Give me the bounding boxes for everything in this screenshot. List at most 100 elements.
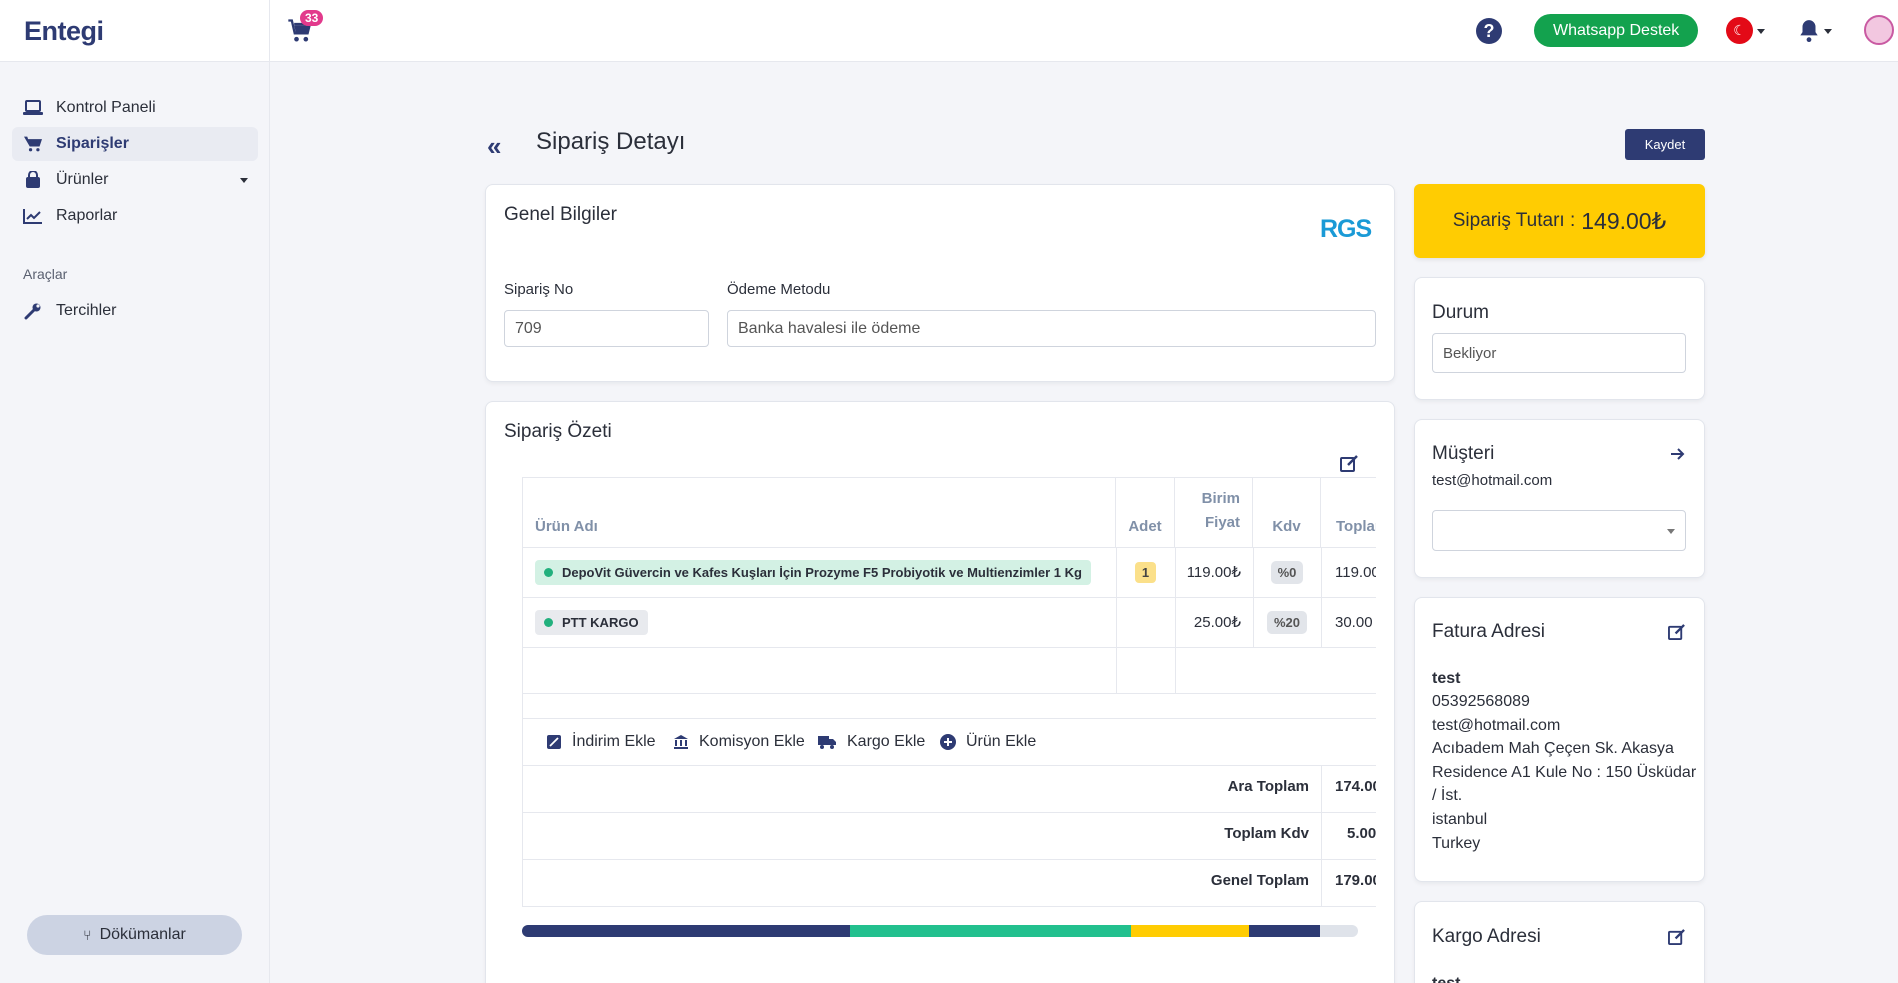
app-logo[interactable]: Entegi xyxy=(24,16,104,47)
total-tax-value: 5.00 xyxy=(1347,825,1376,842)
quantity-badge: 1 xyxy=(1134,561,1157,583)
plus-circle-icon xyxy=(940,734,956,750)
sidebar-item-orders[interactable]: Siparişler xyxy=(12,127,258,161)
cart-count-badge: 33 xyxy=(300,10,324,26)
order-no-label: Sipariş No xyxy=(504,281,574,298)
add-commission-button[interactable]: Komisyon Ekle xyxy=(673,733,805,751)
row-total: 30.00 xyxy=(1335,613,1373,631)
status-field[interactable] xyxy=(1432,333,1686,373)
subtotal-label: Ara Toplam xyxy=(1227,778,1309,795)
progress-segment xyxy=(1249,925,1320,937)
sidebar-item-label: Kontrol Paneli xyxy=(56,99,156,116)
invoice-email: test@hotmail.com xyxy=(1432,717,1561,734)
invoice-name: test xyxy=(1432,670,1461,687)
sidebar-item-label: Ürünler xyxy=(56,171,109,188)
double-chevron-left-icon[interactable]: « xyxy=(487,131,501,162)
unit-price: 119.00₺ xyxy=(1186,564,1241,581)
arrow-right-icon[interactable] xyxy=(1670,446,1686,462)
page-title: Sipariş Detayı xyxy=(536,128,686,155)
order-no-field[interactable] xyxy=(504,310,709,347)
order-summary-title: Sipariş Özeti xyxy=(504,421,612,442)
brand: Entegi xyxy=(0,0,270,62)
action-label: İndirim Ekle xyxy=(572,733,656,750)
action-label: Kargo Ekle xyxy=(847,733,926,750)
save-button[interactable]: Kaydet xyxy=(1625,129,1705,160)
bag-icon xyxy=(23,171,43,189)
order-total-card: Sipariş Tutarı : 149.00₺ xyxy=(1414,184,1705,258)
order-total-label: Sipariş Tutarı : xyxy=(1452,210,1576,231)
chevron-down-icon xyxy=(1667,529,1675,534)
edit-icon[interactable] xyxy=(1668,929,1686,946)
add-product-button[interactable]: Ürün Ekle xyxy=(940,733,1036,751)
progress-segment xyxy=(1131,925,1250,937)
status-dot xyxy=(544,567,553,577)
row-total: 119.00 xyxy=(1335,563,1376,581)
status-dot xyxy=(544,617,553,627)
bank-icon xyxy=(673,734,689,750)
question-circle-icon[interactable]: ? xyxy=(1476,18,1502,44)
turkey-flag-icon[interactable]: ☾ xyxy=(1726,17,1753,44)
status-title: Durum xyxy=(1432,302,1490,323)
laptop-icon xyxy=(23,99,43,117)
top-bar: Entegi 33 ? Whatsapp Destek ☾ xyxy=(0,0,1898,62)
product-name: PTT KARGO xyxy=(562,614,639,630)
order-items-table: Ürün Adı Adet Birim Fiyat Kdv Toplam Dep… xyxy=(522,477,1376,907)
edit-icon[interactable] xyxy=(1668,624,1686,641)
customer-email: test@hotmail.com xyxy=(1432,472,1553,489)
action-label: Ürün Ekle xyxy=(966,733,1037,750)
payment-method-label: Ödeme Metodu xyxy=(727,281,831,298)
payment-method-field[interactable] xyxy=(727,310,1376,347)
action-label: Komisyon Ekle xyxy=(699,733,805,750)
kdv-badge: %0 xyxy=(1270,560,1304,584)
add-shipping-button[interactable]: Kargo Ekle xyxy=(818,733,925,751)
truck-icon xyxy=(818,734,837,750)
sidebar-item-dashboard[interactable]: Kontrol Paneli xyxy=(12,91,258,125)
customer-title: Müşteri xyxy=(1432,443,1495,464)
invoice-country: Turkey xyxy=(1432,835,1481,852)
sidebar-item-label: Tercihler xyxy=(56,302,117,319)
progress-segment xyxy=(849,925,1132,937)
brand-logo: RGS xyxy=(1320,215,1372,243)
kdv-badge: %20 xyxy=(1266,610,1308,634)
chevron-down-icon xyxy=(1824,29,1832,34)
shipping-name: test xyxy=(1432,972,1460,983)
branch-icon: ⑂ xyxy=(83,927,92,943)
sidebar-item-products[interactable]: Ürünler xyxy=(12,163,258,197)
shipping-address-title: Kargo Adresi xyxy=(1432,926,1541,947)
chevron-down-icon xyxy=(240,178,248,183)
total-tax-label: Toplam Kdv xyxy=(1224,825,1309,842)
order-total-value: 149.00₺ xyxy=(1581,207,1667,234)
product-chip[interactable]: PTT KARGO xyxy=(535,609,648,635)
add-discount-button[interactable]: İndirim Ekle xyxy=(546,733,656,751)
product-name: DepoVit Güvercin ve Kafes Kuşları İçin P… xyxy=(562,564,1082,580)
bell-icon[interactable] xyxy=(1796,17,1822,45)
column-header-product: Ürün Adı xyxy=(523,477,1116,547)
invoice-address-line: / İst. xyxy=(1432,787,1463,804)
sidebar: Kontrol Paneli Siparişler Ürünler Raporl… xyxy=(0,62,270,983)
sidebar-item-label: Raporlar xyxy=(56,207,118,224)
customer-select[interactable] xyxy=(1432,510,1686,551)
cart-icon xyxy=(23,135,43,153)
payment-progress-bar xyxy=(522,925,1358,937)
invoice-phone: 05392568089 xyxy=(1432,693,1530,710)
sidebar-item-reports[interactable]: Raporlar xyxy=(12,199,258,233)
progress-segment xyxy=(522,925,850,937)
docs-button[interactable]: ⑂ Dökümanlar xyxy=(27,915,242,955)
column-header-kdv: Kdv xyxy=(1253,477,1321,547)
sidebar-item-label: Siparişler xyxy=(56,135,129,152)
grand-total-label: Genel Toplam xyxy=(1210,872,1309,889)
wrench-icon xyxy=(23,302,43,320)
sidebar-section-label: Araçlar xyxy=(23,266,68,282)
sidebar-item-preferences[interactable]: Tercihler xyxy=(12,294,258,328)
chart-line-icon xyxy=(23,207,43,225)
invoice-address-line: Acıbadem Mah Çeçen Sk. Akasya xyxy=(1432,740,1674,757)
whatsapp-support-button[interactable]: Whatsapp Destek xyxy=(1534,14,1699,47)
grand-total-value: 179.00 xyxy=(1335,872,1376,889)
discount-icon xyxy=(546,734,562,750)
chevron-down-icon xyxy=(1757,29,1765,34)
column-header-total: Toplam xyxy=(1321,477,1376,547)
edit-icon[interactable] xyxy=(1340,455,1359,473)
subtotal-value: 174.00 xyxy=(1335,778,1376,795)
product-chip[interactable]: DepoVit Güvercin ve Kafes Kuşları İçin P… xyxy=(535,559,1091,585)
avatar[interactable] xyxy=(1864,15,1894,45)
